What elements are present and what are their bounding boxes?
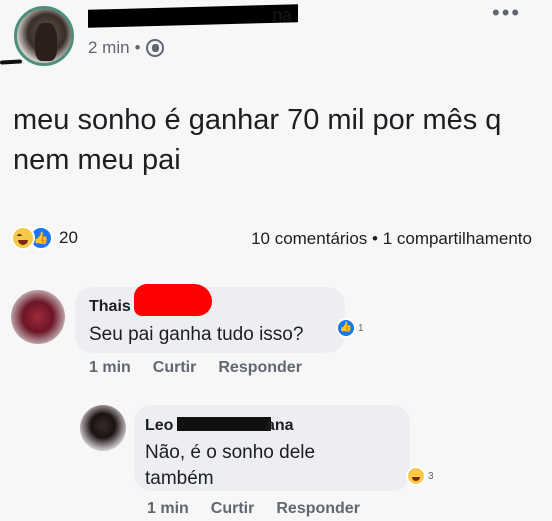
reply-button[interactable]: Responder: [218, 359, 302, 377]
reactions-summary[interactable]: 👍 20: [11, 226, 78, 250]
like-button[interactable]: Curtir: [153, 359, 197, 377]
comment-reaction-count: 1: [358, 322, 364, 334]
commenter-name[interactable]: Thais: [89, 298, 131, 316]
author-name-redaction-fill: [88, 11, 288, 21]
comment-text: Seu pai ganha tudo isso?: [89, 324, 304, 345]
name-redaction-black: [177, 417, 271, 431]
globe-icon: [145, 39, 164, 57]
reply-avatar[interactable]: [80, 405, 126, 451]
post-meta: 2 min •: [88, 38, 164, 58]
reply-name-start[interactable]: Leo: [145, 417, 173, 435]
like-button[interactable]: Curtir: [211, 500, 255, 518]
comment-actions: 1 min Curtir Responder: [89, 359, 302, 377]
post-time[interactable]: 2 min: [88, 38, 130, 58]
post-stats-bar: 👍 20 10 comentários • 1 compartilhamento: [0, 224, 552, 254]
reply-text: Não, é o sonho dele também: [145, 442, 316, 489]
comment-reactions[interactable]: 👍 1: [336, 318, 364, 338]
more-options-icon[interactable]: •••: [492, 2, 521, 24]
post-header: na 2 min • •••: [0, 0, 552, 80]
reply-time[interactable]: 1 min: [147, 500, 189, 518]
name-redaction-red: [134, 284, 212, 316]
haha-reaction-icon: [406, 466, 426, 486]
comment-time[interactable]: 1 min: [89, 359, 131, 377]
haha-reaction-icon: [11, 226, 35, 250]
reply-reactions[interactable]: 3: [406, 466, 434, 486]
reply-button[interactable]: Responder: [276, 500, 360, 518]
post-body-text: meu sonho é ganhar 70 mil por mês q nem …: [13, 104, 502, 176]
scribble-mark: [0, 59, 23, 65]
comments-shares-count[interactable]: 10 comentários • 1 compartilhamento: [251, 229, 532, 249]
meta-separator: •: [134, 38, 141, 57]
reaction-count: 20: [59, 228, 78, 247]
reply-name-end[interactable]: ana: [266, 417, 294, 435]
reply-actions: 1 min Curtir Responder: [147, 500, 360, 518]
author-name-visible[interactable]: na: [272, 5, 292, 26]
like-reaction-icon: 👍: [336, 318, 356, 338]
reply-reaction-count: 3: [428, 470, 434, 482]
commenter-avatar[interactable]: [11, 290, 65, 344]
post-author-avatar[interactable]: [14, 6, 74, 66]
